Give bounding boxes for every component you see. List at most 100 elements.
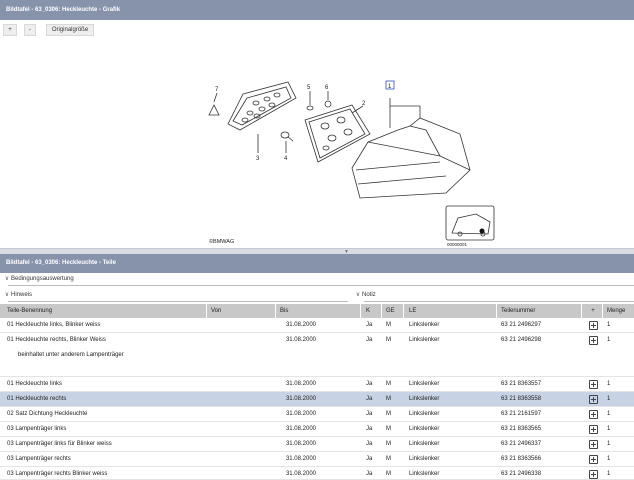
cell-von bbox=[211, 333, 271, 348]
chevron-down-icon: ∨ bbox=[4, 276, 10, 282]
section-hinweis[interactable]: ∨ Hinweis bbox=[3, 289, 83, 301]
header-plus[interactable]: + bbox=[588, 304, 598, 318]
cell-von bbox=[211, 437, 271, 452]
parts-panel-title: Bildtafel - 63_0306: Heckleuchte - Teile bbox=[0, 254, 634, 273]
graphic-panel-title: Bildtafel - 63_0306: Heckleuchte - Grafi… bbox=[0, 0, 634, 20]
copyright-text: ©BMWAG bbox=[209, 238, 234, 245]
table-row[interactable]: 02 Satz Dichtung Heckleuchte 31.08.2000 … bbox=[0, 407, 634, 422]
add-to-cart-icon[interactable] bbox=[588, 425, 598, 434]
cell-ge: M bbox=[386, 426, 391, 432]
parts-diagram[interactable]: 7 5 6 1 2 3 4 ©BMWAG 00000001 bbox=[0, 38, 634, 248]
cell-le: Linkslenker bbox=[409, 441, 440, 447]
cell-bis: 31.08.2000 bbox=[285, 441, 316, 447]
cell-k: Ja bbox=[366, 411, 373, 417]
cell-teilenummer: 63 21 2496298 bbox=[501, 337, 542, 343]
header-k[interactable]: K bbox=[366, 304, 378, 318]
cell-teilenummer: 63 21 2496337 bbox=[501, 441, 542, 447]
divider bbox=[8, 285, 634, 286]
header-bis[interactable]: Bis bbox=[280, 304, 350, 318]
bulb-part bbox=[280, 131, 290, 139]
cell-teilenummer: 63 21 8363558 bbox=[501, 396, 542, 402]
cell-bis: 31.08.2000 bbox=[285, 456, 316, 462]
header-menge[interactable]: Menge bbox=[607, 304, 633, 318]
section-hinweis-label: Hinweis bbox=[11, 292, 33, 298]
cell-k: Ja bbox=[366, 381, 373, 387]
cell-menge: 1 bbox=[607, 322, 611, 328]
add-to-cart-icon[interactable] bbox=[588, 455, 598, 464]
section-notiz-label: Notiz bbox=[362, 292, 376, 298]
add-to-cart-icon[interactable] bbox=[588, 395, 598, 404]
cell-name: 01 Heckleuchte rechts bbox=[7, 396, 67, 402]
cell-name: 01 Heckleuchte links bbox=[7, 381, 63, 387]
small-bulb-part bbox=[306, 105, 314, 111]
cell-k: Ja bbox=[366, 456, 373, 462]
original-size-button[interactable]: Originalgröße bbox=[46, 24, 94, 36]
add-to-cart-icon[interactable] bbox=[588, 336, 598, 345]
cell-menge: 1 bbox=[607, 411, 611, 417]
cell-bis: 31.08.2000 bbox=[285, 322, 316, 328]
cell-bis: 31.08.2000 bbox=[285, 396, 316, 402]
table-row[interactable]: 03 Lampenträger rechts 31.08.2000 Ja M L… bbox=[0, 452, 634, 467]
blank-row bbox=[0, 363, 634, 377]
callout-4[interactable]: 4 bbox=[284, 156, 288, 162]
cell-menge: 1 bbox=[607, 396, 611, 402]
add-to-cart-icon[interactable] bbox=[588, 440, 598, 449]
callout-7[interactable]: 7 bbox=[215, 87, 219, 93]
add-to-cart-icon[interactable] bbox=[588, 321, 598, 330]
section-notiz[interactable]: ∨ Notiz bbox=[354, 289, 414, 301]
table-row[interactable]: 03 Lampenträger links für Blinker weiss … bbox=[0, 437, 634, 452]
cell-k: Ja bbox=[366, 471, 373, 477]
callout-6[interactable]: 6 bbox=[325, 85, 329, 91]
cell-von bbox=[211, 452, 271, 467]
callout-2[interactable]: 2 bbox=[362, 101, 366, 107]
cell-von bbox=[211, 377, 271, 392]
table-row[interactable]: 03 Lampenträger rechts Blinker weiss 31.… bbox=[0, 467, 634, 480]
cell-ge: M bbox=[386, 381, 391, 387]
chevron-down-icon: ∨ bbox=[355, 292, 361, 298]
divider bbox=[364, 301, 634, 302]
cell-bis: 31.08.2000 bbox=[285, 426, 316, 432]
header-le[interactable]: LE bbox=[409, 304, 489, 318]
cell-von bbox=[211, 392, 271, 407]
cell-ge: M bbox=[386, 337, 391, 343]
cell-name: 01 Heckleuchte links, Blinker weiss bbox=[7, 322, 101, 328]
cell-k: Ja bbox=[366, 426, 373, 432]
warning-label-part bbox=[208, 104, 220, 116]
image-number: 00000001 bbox=[447, 242, 468, 247]
section-bedingungen[interactable]: ∨ Bedingungsauswertung bbox=[3, 273, 123, 285]
callout-3[interactable]: 3 bbox=[256, 156, 260, 162]
cell-k: Ja bbox=[366, 337, 373, 343]
cell-teilenummer: 63 21 8363557 bbox=[501, 381, 542, 387]
cell-teilenummer: 63 21 8363566 bbox=[501, 456, 542, 462]
cell-ge: M bbox=[386, 396, 391, 402]
header-ge[interactable]: GE bbox=[386, 304, 400, 318]
cell-menge: 1 bbox=[607, 471, 611, 477]
header-name[interactable]: Teile-Benennung bbox=[7, 304, 207, 318]
cell-teilenummer: 63 21 2496338 bbox=[501, 471, 542, 477]
cell-name: 02 Satz Dichtung Heckleuchte bbox=[7, 411, 88, 417]
nut-part bbox=[324, 100, 332, 108]
add-to-cart-icon[interactable] bbox=[588, 470, 598, 479]
cell-bis: 31.08.2000 bbox=[285, 337, 316, 343]
divider bbox=[8, 301, 348, 302]
table-row[interactable]: 03 Lampenträger links 31.08.2000 Ja M Li… bbox=[0, 422, 634, 437]
cell-menge: 1 bbox=[607, 426, 611, 432]
table-row-selected[interactable]: 01 Heckleuchte rechts 31.08.2000 Ja M Li… bbox=[0, 392, 634, 407]
chevron-down-icon: ∨ bbox=[4, 292, 10, 298]
zoom-in-button[interactable]: + bbox=[3, 24, 17, 36]
cell-k: Ja bbox=[366, 441, 373, 447]
callout-5[interactable]: 5 bbox=[307, 85, 311, 91]
add-to-cart-icon[interactable] bbox=[588, 410, 598, 419]
zoom-out-button[interactable]: - bbox=[24, 24, 36, 36]
cell-von bbox=[211, 407, 271, 422]
cell-name: 03 Lampenträger links bbox=[7, 426, 67, 432]
cell-von bbox=[211, 467, 271, 480]
add-to-cart-icon[interactable] bbox=[588, 380, 598, 389]
header-teilenummer[interactable]: Teilenummer bbox=[501, 304, 581, 318]
table-row[interactable]: 01 Heckleuchte rechts, Blinker Weiss 31.… bbox=[0, 333, 634, 348]
cell-le: Linkslenker bbox=[409, 337, 440, 343]
table-row[interactable]: 01 Heckleuchte links 31.08.2000 Ja M Lin… bbox=[0, 377, 634, 392]
table-row[interactable]: 01 Heckleuchte links, Blinker weiss 31.0… bbox=[0, 318, 634, 333]
header-von[interactable]: Von bbox=[211, 304, 271, 318]
cell-menge: 1 bbox=[607, 337, 611, 343]
